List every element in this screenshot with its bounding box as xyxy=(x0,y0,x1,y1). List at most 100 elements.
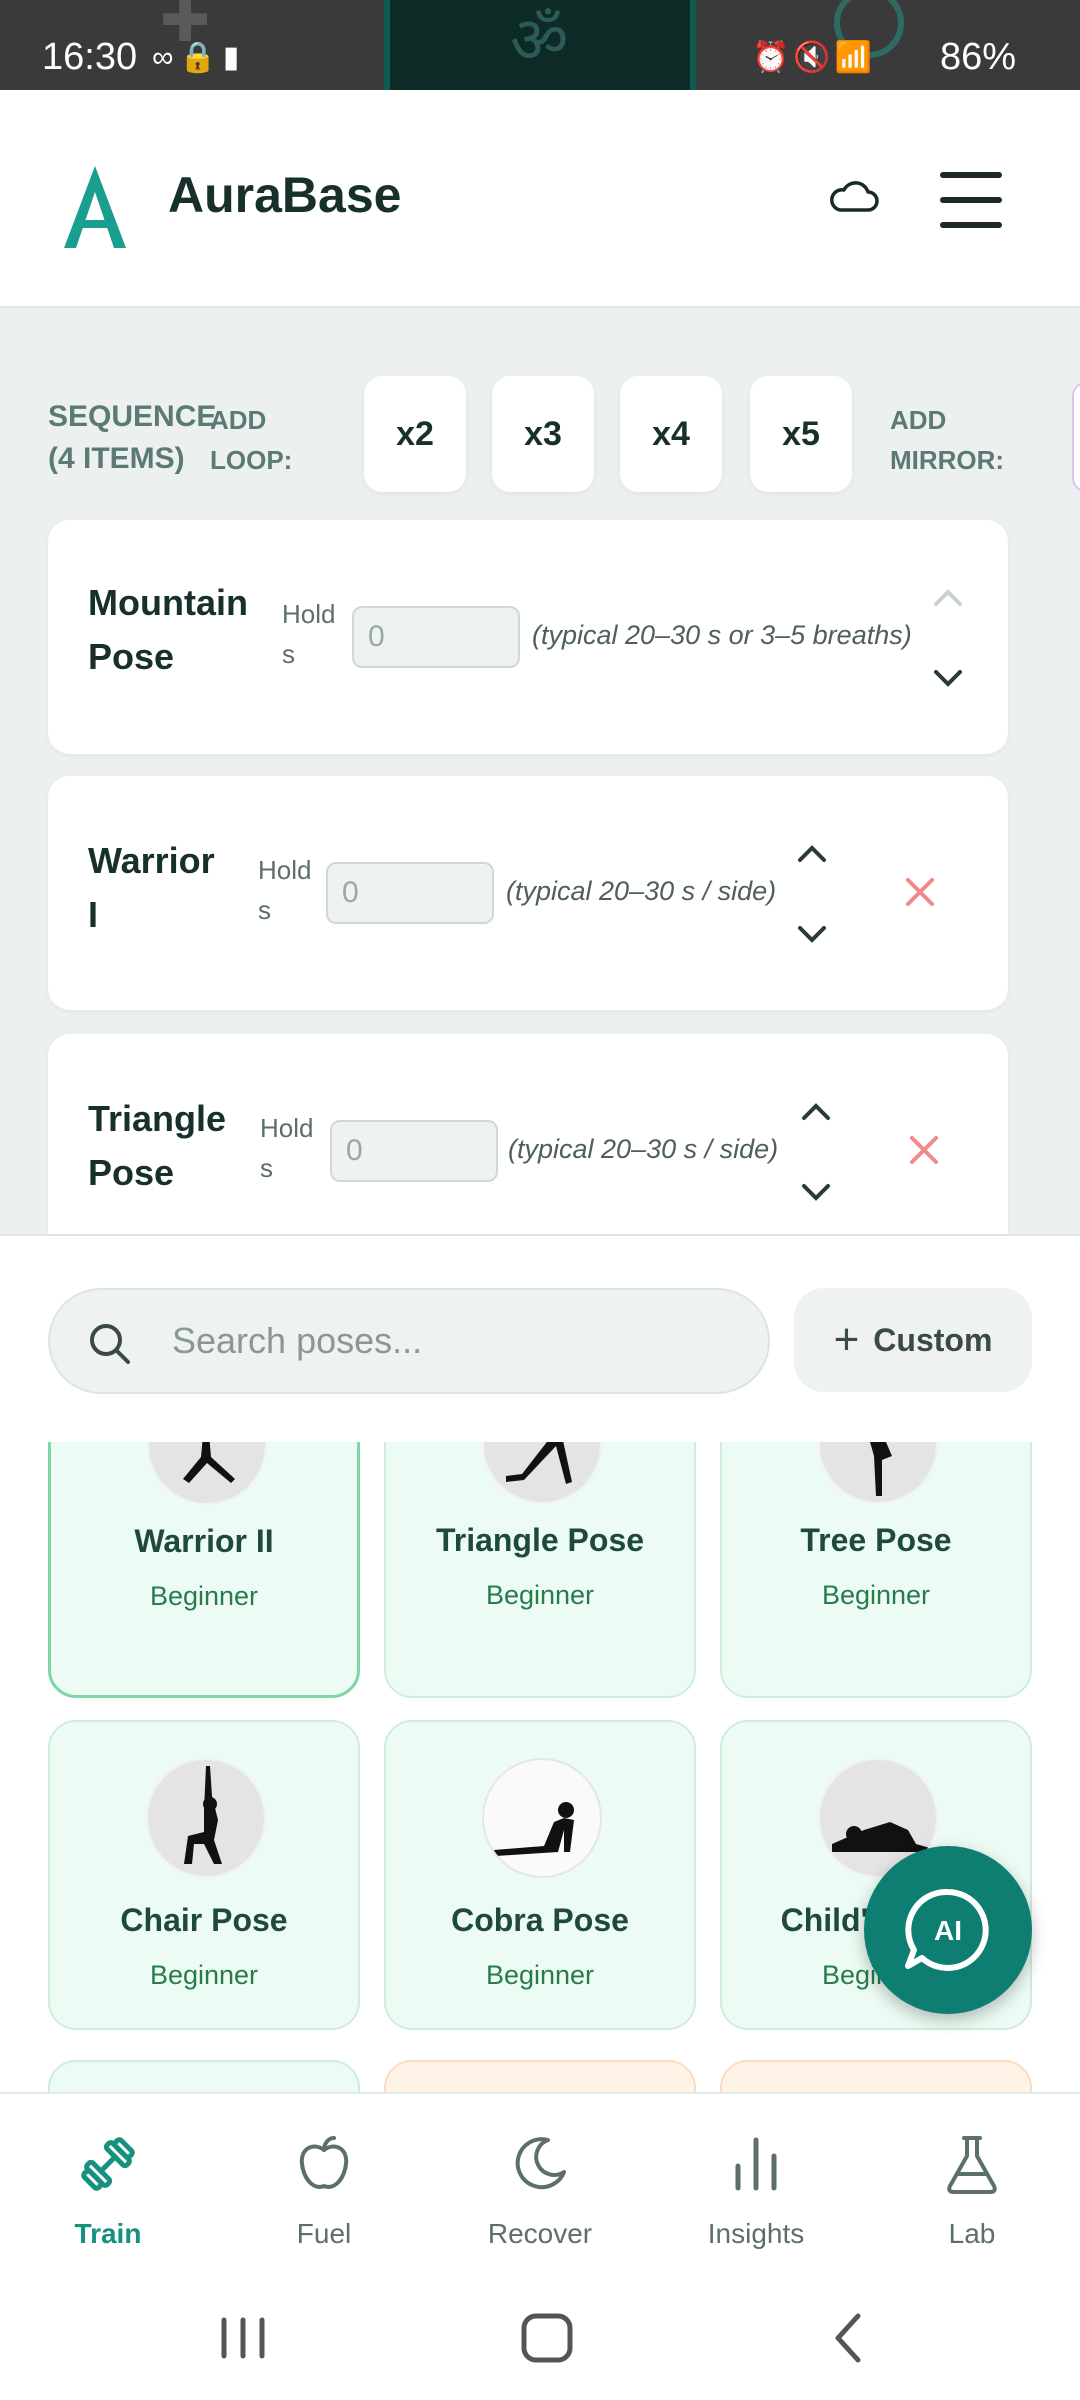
move-up-icon[interactable] xyxy=(792,838,832,868)
apple-icon xyxy=(299,2136,349,2189)
sequence-title: SEQUENCE (4 ITEMS) xyxy=(48,396,216,480)
pose-card[interactable]: Tree Pose Beginner xyxy=(720,1442,1032,1698)
hold-label: Hold s xyxy=(282,594,335,674)
add-loop-label: ADD LOOP: xyxy=(210,400,292,480)
sequence-item-name: Triangle Pose xyxy=(88,1092,226,1200)
nav-label: Lab xyxy=(948,2218,996,2249)
pose-card[interactable]: Warrior II Beginner xyxy=(48,1442,360,1698)
ai-assistant-button[interactable]: AI xyxy=(864,1846,1032,2014)
nav-train[interactable]: Train xyxy=(0,2094,216,2284)
nav-recover[interactable]: Recover xyxy=(432,2094,648,2284)
nav-label: Train xyxy=(74,2218,142,2249)
app-header: AuraBase xyxy=(0,90,1080,308)
nav-lab[interactable]: Lab xyxy=(864,2094,1080,2284)
move-down-icon[interactable] xyxy=(928,664,968,694)
bar-chart-icon xyxy=(735,2137,777,2191)
move-up-icon[interactable] xyxy=(928,582,968,612)
system-nav-bar xyxy=(0,2282,1080,2400)
status-notification-icons: ∞🔒▮ xyxy=(152,41,246,74)
pose-card[interactable] xyxy=(48,2060,360,2092)
search-icon xyxy=(90,1324,130,1364)
sequence-item-name-line1: Triangle xyxy=(88,1098,227,1139)
hold-label-line2: s xyxy=(282,639,295,669)
add-mirror-label-line1: ADD xyxy=(890,405,947,435)
pose-level: Beginner xyxy=(149,1581,259,1611)
nav-insights[interactable]: Insights xyxy=(648,2094,864,2284)
pose-name: Warrior II xyxy=(134,1523,274,1559)
status-system-icons: ⏰🔇📶 xyxy=(752,41,877,74)
loop-x2-button[interactable]: x2 xyxy=(364,376,466,492)
app-title: AuraBase xyxy=(168,167,402,223)
pose-card[interactable] xyxy=(720,2060,1032,2092)
move-down-icon[interactable] xyxy=(792,920,832,950)
add-loop-label-line2: LOOP: xyxy=(210,445,293,475)
move-up-icon[interactable] xyxy=(796,1096,836,1126)
menu-line xyxy=(940,172,1002,178)
battery-level: 86% xyxy=(940,36,1017,78)
search-placeholder: Search poses... xyxy=(172,1320,423,1361)
nav-label: Fuel xyxy=(296,2218,352,2249)
loop-x5-button[interactable]: x5 xyxy=(750,376,852,492)
loop-x4-button[interactable]: x4 xyxy=(620,376,722,492)
mirror-button[interactable] xyxy=(1072,382,1080,492)
hold-label-line2: s xyxy=(258,895,271,925)
custom-pose-button[interactable]: + Custom xyxy=(794,1288,1032,1392)
loop-x3-button[interactable]: x3 xyxy=(492,376,594,492)
sequence-item-name-line1: Mountain xyxy=(88,582,248,623)
menu-button[interactable] xyxy=(940,172,1002,228)
nav-fuel[interactable]: Fuel xyxy=(216,2094,432,2284)
nav-label: Recover xyxy=(487,2218,593,2249)
hold-hint: (typical 20–30 s / side) xyxy=(508,1134,779,1164)
aurabase-logo-icon xyxy=(64,166,126,248)
move-down-icon[interactable] xyxy=(796,1178,836,1208)
search-input[interactable]: Search poses... xyxy=(48,1288,770,1394)
menu-line xyxy=(940,197,1002,203)
cobra-pose-image xyxy=(482,1758,602,1878)
sequence-item: Triangle Pose Hold s 0 (typical 20–30 s … xyxy=(48,1034,1008,1234)
pose-card[interactable]: Chair Pose Beginner xyxy=(48,1720,360,2030)
dumbbell-icon xyxy=(81,2137,135,2191)
hold-label: Hold s xyxy=(258,850,311,930)
warrior-ii-pose-image xyxy=(147,1442,267,1505)
status-bar: ✚ 16:30 ∞🔒▮ ॐ ⏰🔇📶 86% xyxy=(0,0,1080,90)
back-icon[interactable] xyxy=(814,2308,884,2368)
sequence-item-name-line2: Pose xyxy=(88,636,175,677)
sequence-item-name: Mountain Pose xyxy=(88,576,248,684)
hold-hint: (typical 20–30 s or 3–5 breaths) xyxy=(532,620,912,650)
flask-icon xyxy=(947,2136,997,2194)
om-app-preview: ॐ xyxy=(384,0,696,90)
hold-hint: (typical 20–30 s / side) xyxy=(506,876,777,906)
bottom-nav: Train Fuel Recover Insights Lab xyxy=(0,2092,1080,2282)
hold-seconds-input[interactable]: 0 xyxy=(352,606,520,668)
sequence-item-name: Warrior I xyxy=(88,834,215,942)
status-time: 16:30 xyxy=(42,36,138,78)
moon-icon xyxy=(515,2137,566,2190)
hold-seconds-input[interactable]: 0 xyxy=(330,1120,498,1182)
pose-card[interactable]: Triangle Pose Beginner xyxy=(384,1442,696,1698)
tree-pose-image xyxy=(818,1442,938,1504)
remove-icon[interactable] xyxy=(906,1132,942,1168)
hold-seconds-input[interactable]: 0 xyxy=(326,862,494,924)
hold-label-line1: Hold xyxy=(258,855,312,885)
plus-icon: + xyxy=(833,1315,860,1364)
home-icon[interactable] xyxy=(512,2308,582,2368)
cloud-sync-icon[interactable] xyxy=(826,170,882,226)
sequence-panel[interactable]: SEQUENCE (4 ITEMS) ADD LOOP: x2 x3 x4 x5… xyxy=(0,308,1080,1236)
sequence-item: Mountain Pose Hold s 0 (typical 20–30 s … xyxy=(48,520,1008,754)
sequence-item-name-line2: I xyxy=(88,894,99,935)
hold-label: Hold s xyxy=(260,1108,313,1188)
menu-line xyxy=(940,222,1002,228)
recent-apps-icon[interactable] xyxy=(208,2308,278,2368)
sequence-title-label: SEQUENCE xyxy=(48,400,217,433)
pose-card[interactable] xyxy=(384,2060,696,2092)
ai-label: AI xyxy=(934,1915,962,1946)
chair-pose-image xyxy=(146,1758,266,1878)
triangle-pose-image xyxy=(482,1442,602,1504)
hold-label-line1: Hold xyxy=(282,599,336,629)
pose-name: Chair Pose xyxy=(120,1902,288,1938)
sequence-item-name-line1: Warrior xyxy=(88,840,215,881)
add-mirror-label-line2: MIRROR: xyxy=(890,445,1005,475)
chat-bubble-icon: AI xyxy=(905,1888,989,1971)
remove-icon[interactable] xyxy=(902,874,938,910)
pose-card[interactable]: Cobra Pose Beginner xyxy=(384,1720,696,2030)
